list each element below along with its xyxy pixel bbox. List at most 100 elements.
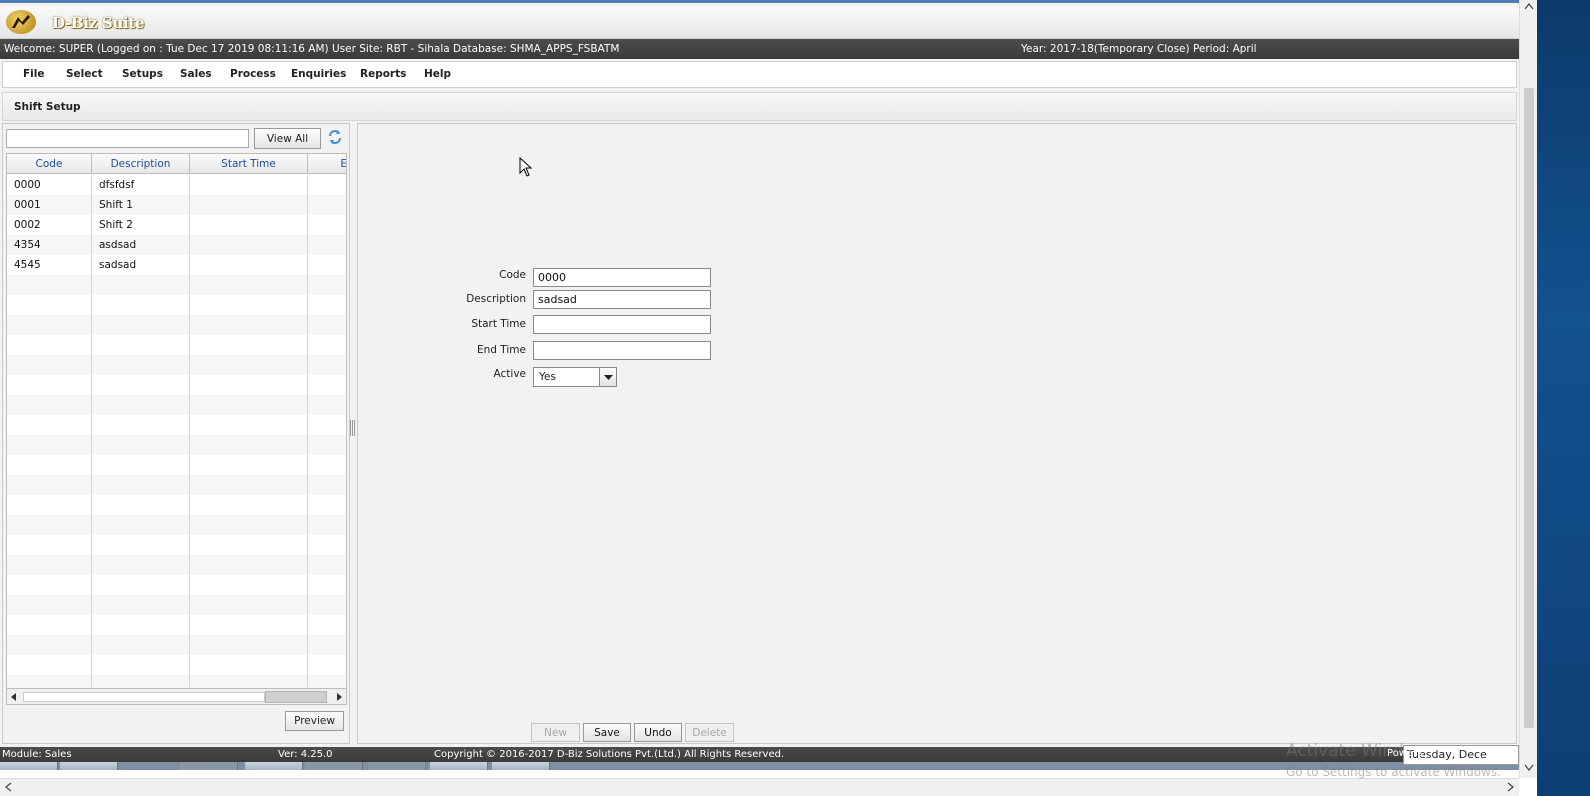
table-row xyxy=(7,375,346,395)
column-header-code[interactable]: Code xyxy=(7,154,92,174)
code-label: Code xyxy=(499,269,526,281)
table-cell: 4354 xyxy=(14,239,41,251)
column-header-start-time[interactable]: Start Time xyxy=(190,154,308,174)
table-cell: 0002 xyxy=(14,219,41,231)
column-header-end-time[interactable]: E xyxy=(308,154,346,174)
taskbar-button[interactable] xyxy=(245,762,303,770)
end-time-input[interactable] xyxy=(533,341,711,360)
table-row xyxy=(7,555,346,575)
table-row xyxy=(7,315,346,335)
table-row xyxy=(7,535,346,555)
table-cell: asdsad xyxy=(99,239,137,251)
table-row xyxy=(7,275,346,295)
scroll-thumb[interactable] xyxy=(265,691,327,703)
table-row xyxy=(7,655,346,675)
activate-windows-subtext: Go to Settings to activate Windows. xyxy=(1286,765,1501,779)
menu-process[interactable]: Process xyxy=(230,62,276,87)
page-vertical-scrollbar[interactable] xyxy=(1519,0,1537,778)
table-cell xyxy=(308,175,346,195)
table-cell: 4545 xyxy=(14,259,41,271)
title-bar: D-Biz Suite xyxy=(0,6,1519,39)
table-row xyxy=(7,615,346,635)
scroll-thumb[interactable] xyxy=(1524,88,1534,728)
menu-setups[interactable]: Setups xyxy=(122,62,163,87)
table-row[interactable]: 4545 sadsad xyxy=(7,255,346,275)
form-panel: Code Description Start Time End Time Act… xyxy=(357,123,1517,744)
table-cell xyxy=(190,215,308,235)
new-button[interactable]: New xyxy=(531,723,580,742)
code-input[interactable] xyxy=(533,268,711,287)
menu-sales[interactable]: Sales xyxy=(180,62,212,87)
active-select-value: Yes xyxy=(539,371,556,383)
table-cell xyxy=(190,195,308,215)
session-info-bar: Welcome: SUPER (Logged on : Tue Dec 17 2… xyxy=(0,39,1519,59)
table-row xyxy=(7,595,346,615)
table-cell xyxy=(308,235,346,255)
table-row xyxy=(7,495,346,515)
menu-select[interactable]: Select xyxy=(66,62,103,87)
welcome-text: Welcome: SUPER (Logged on : Tue Dec 17 2… xyxy=(4,43,620,55)
menu-file[interactable]: File xyxy=(23,62,45,87)
taskbar-button[interactable] xyxy=(305,762,363,770)
taskbar-button[interactable] xyxy=(0,762,58,770)
menu-enquiries[interactable]: Enquiries xyxy=(291,62,346,87)
status-copyright: Copyright © 2016-2017 D-Biz Solutions Pv… xyxy=(434,749,785,760)
taskbar-button[interactable] xyxy=(180,762,238,770)
scroll-right-icon[interactable] xyxy=(333,691,345,703)
table-cell xyxy=(308,215,346,235)
table-row xyxy=(7,455,346,475)
table-cell xyxy=(308,195,346,215)
active-select[interactable]: Yes xyxy=(533,367,617,387)
table-cell: Shift 1 xyxy=(99,199,133,211)
description-label: Description xyxy=(466,293,526,305)
refresh-icon[interactable] xyxy=(326,128,344,146)
app-container: D-Biz Suite Welcome: SUPER (Logged on : … xyxy=(0,0,1519,770)
status-version: Ver: 4.25.0 xyxy=(278,749,333,760)
search-input[interactable] xyxy=(6,129,249,148)
browser-window: D-Biz Suite Welcome: SUPER (Logged on : … xyxy=(0,0,1537,796)
page-header: Shift Setup xyxy=(2,92,1517,121)
grid-horizontal-scrollbar[interactable] xyxy=(6,688,347,705)
table-row[interactable]: 0000 dfsfdsf xyxy=(7,175,346,195)
chevron-down-icon[interactable] xyxy=(599,368,616,386)
table-row xyxy=(7,475,346,495)
table-cell: 0001 xyxy=(14,199,41,211)
scroll-track[interactable] xyxy=(23,692,265,702)
column-divider xyxy=(189,175,190,688)
save-button[interactable]: Save xyxy=(583,723,631,742)
scroll-left-icon[interactable] xyxy=(4,782,14,792)
undo-button[interactable]: Undo xyxy=(634,723,682,742)
table-cell: 0000 xyxy=(14,179,41,191)
preview-button[interactable]: Preview xyxy=(285,711,344,731)
taskbar-button[interactable] xyxy=(492,762,550,770)
grid-header: Code Description Start Time E xyxy=(7,154,346,174)
taskbar-button[interactable] xyxy=(60,762,118,770)
grid-body: 0000 dfsfdsf 0001 Shift 1 0002 Shift 2 4354 asd… xyxy=(7,175,346,688)
table-row[interactable]: 0001 Shift 1 xyxy=(7,195,346,215)
menu-bar: File Select Setups Sales Process Enquiri… xyxy=(2,61,1517,88)
taskbar-button[interactable] xyxy=(368,762,426,770)
start-time-label: Start Time xyxy=(471,318,526,330)
scroll-up-icon[interactable] xyxy=(1524,2,1534,12)
end-time-label: End Time xyxy=(477,344,526,356)
table-row xyxy=(7,575,346,595)
year-period-text: Year: 2017-18(Temporary Close) Period: A… xyxy=(1021,43,1257,55)
delete-button[interactable]: Delete xyxy=(685,723,734,742)
view-all-button[interactable]: View All xyxy=(254,128,321,149)
taskbar-button[interactable] xyxy=(430,762,488,770)
scroll-left-icon[interactable] xyxy=(8,691,20,703)
table-row[interactable]: 4354 asdsad xyxy=(7,235,346,255)
scroll-right-icon[interactable] xyxy=(1505,782,1515,792)
desktop-background xyxy=(1537,0,1590,796)
menu-help[interactable]: Help xyxy=(424,62,451,87)
table-cell: sadsad xyxy=(99,259,137,271)
start-time-input[interactable] xyxy=(533,315,711,334)
panel-splitter[interactable] xyxy=(350,420,355,436)
scroll-down-icon[interactable] xyxy=(1524,762,1534,772)
menu-reports[interactable]: Reports xyxy=(360,62,406,87)
column-divider xyxy=(307,175,308,688)
table-row[interactable]: 0002 Shift 2 xyxy=(7,215,346,235)
description-input[interactable] xyxy=(533,290,711,309)
page-horizontal-scrollbar[interactable] xyxy=(0,778,1519,796)
column-header-description[interactable]: Description xyxy=(92,154,190,174)
